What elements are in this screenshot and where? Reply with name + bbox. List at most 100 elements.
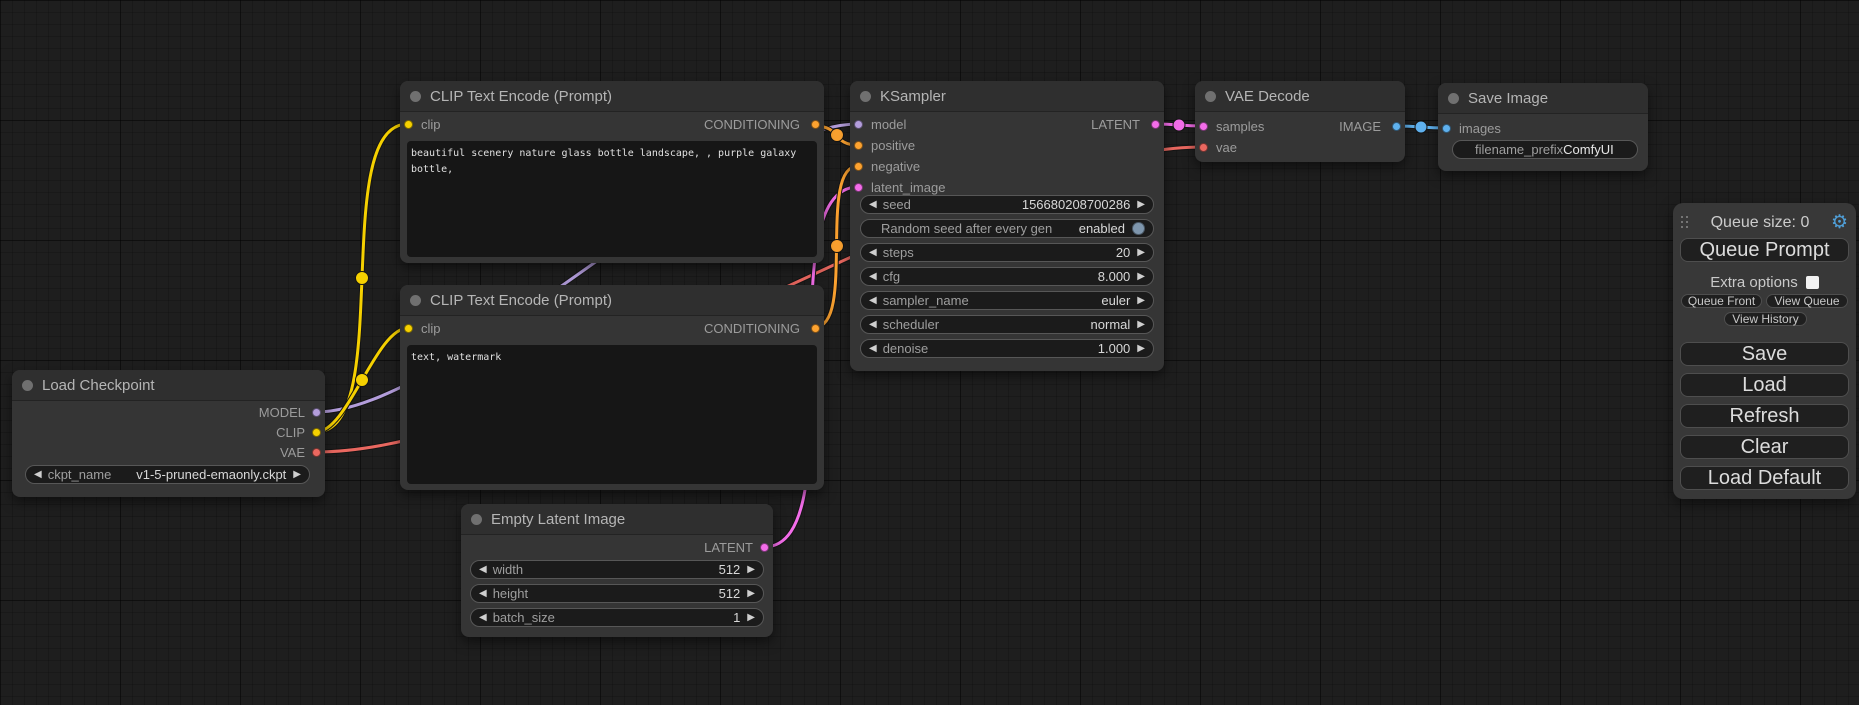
input-label-positive: positive: [871, 138, 915, 153]
widget-random-seed-toggle[interactable]: Random seed after every gen enabled: [860, 219, 1154, 238]
stepper-right-icon[interactable]: ▶: [1137, 200, 1145, 210]
output-slot-vae-dot[interactable]: [312, 448, 321, 457]
node-save-image[interactable]: Save Image images filename_prefix ComfyU…: [1438, 83, 1648, 171]
load-default-button[interactable]: Load Default: [1680, 466, 1849, 490]
node-graph-canvas[interactable]: Load Checkpoint MODEL CLIP VAE ◀ ckpt_na…: [0, 0, 1859, 705]
widget-batch-size[interactable]: ◀ batch_size 1 ▶: [470, 608, 764, 627]
node-title-bar[interactable]: CLIP Text Encode (Prompt): [400, 81, 824, 112]
output-slot-clip-dot[interactable]: [312, 428, 321, 437]
save-button[interactable]: Save: [1680, 342, 1849, 366]
stepper-left-icon[interactable]: ◀: [479, 613, 487, 623]
widget-steps[interactable]: ◀ steps 20 ▶: [860, 243, 1154, 262]
output-label-clip: CLIP: [276, 425, 305, 440]
extra-options-label: Extra options: [1710, 274, 1798, 291]
widget-height[interactable]: ◀ height 512 ▶: [470, 584, 764, 603]
clear-button[interactable]: Clear: [1680, 435, 1849, 459]
view-queue-button[interactable]: View Queue: [1766, 294, 1848, 308]
node-title-bar[interactable]: CLIP Text Encode (Prompt): [400, 285, 824, 316]
output-slot-conditioning-dot[interactable]: [811, 324, 820, 333]
node-vae-decode[interactable]: VAE Decode samples IMAGE vae: [1195, 81, 1405, 162]
queue-prompt-button[interactable]: Queue Prompt: [1680, 238, 1849, 262]
stepper-left-icon[interactable]: ◀: [869, 200, 877, 210]
queue-size-label: Queue size: 0: [1689, 214, 1831, 232]
node-title: KSampler: [880, 88, 946, 105]
node-title-bar[interactable]: Load Checkpoint: [12, 370, 325, 401]
load-button[interactable]: Load: [1680, 373, 1849, 397]
node-title: Save Image: [1468, 90, 1548, 107]
stepper-right-icon[interactable]: ▶: [1137, 296, 1145, 306]
input-slot-latent-image-dot[interactable]: [854, 183, 863, 192]
link-midpoint-dot: [1415, 121, 1427, 133]
stepper-left-icon[interactable]: ◀: [869, 320, 877, 330]
stepper-right-icon[interactable]: ▶: [1137, 248, 1145, 258]
output-slot-image-dot[interactable]: [1392, 122, 1401, 131]
node-clip-text-encode-negative[interactable]: CLIP Text Encode (Prompt) clip CONDITION…: [400, 285, 824, 490]
widget-filename-prefix[interactable]: filename_prefix ComfyUI: [1452, 140, 1638, 159]
stepper-right-icon[interactable]: ▶: [1137, 344, 1145, 354]
input-label-latent-image: latent_image: [871, 180, 945, 195]
stepper-right-icon[interactable]: ▶: [1137, 320, 1145, 330]
stepper-left-icon[interactable]: ◀: [869, 344, 877, 354]
collapse-dot-icon[interactable]: [22, 380, 33, 391]
widget-scheduler[interactable]: ◀ scheduler normal ▶: [860, 315, 1154, 334]
stepper-left-icon[interactable]: ◀: [869, 272, 877, 282]
input-slot-clip-dot[interactable]: [404, 120, 413, 129]
node-title-bar[interactable]: KSampler: [850, 81, 1164, 112]
output-label-model: MODEL: [259, 405, 305, 420]
input-slot-images-dot[interactable]: [1442, 124, 1451, 133]
stepper-right-icon[interactable]: ▶: [747, 613, 755, 623]
prompt-textarea[interactable]: text, watermark: [407, 345, 817, 484]
output-slot-latent-dot[interactable]: [760, 543, 769, 552]
node-load-checkpoint[interactable]: Load Checkpoint MODEL CLIP VAE ◀ ckpt_na…: [12, 370, 325, 497]
node-title-bar[interactable]: Empty Latent Image: [461, 504, 773, 535]
toggle-knob-icon[interactable]: [1132, 222, 1145, 235]
stepper-left-icon[interactable]: ◀: [479, 565, 487, 575]
output-label-conditioning: CONDITIONING: [704, 321, 800, 336]
view-history-button[interactable]: View History: [1724, 312, 1807, 326]
drag-handle-icon[interactable]: [1681, 216, 1689, 229]
collapse-dot-icon[interactable]: [410, 91, 421, 102]
collapse-dot-icon[interactable]: [471, 514, 482, 525]
stepper-right-icon[interactable]: ▶: [747, 589, 755, 599]
widget-sampler-name[interactable]: ◀ sampler_name euler ▶: [860, 291, 1154, 310]
input-slot-model-dot[interactable]: [854, 120, 863, 129]
widget-width[interactable]: ◀ width 512 ▶: [470, 560, 764, 579]
gear-icon[interactable]: ⚙: [1831, 213, 1848, 232]
output-label-image: IMAGE: [1339, 119, 1381, 134]
output-label-vae: VAE: [280, 445, 305, 460]
stepper-left-icon[interactable]: ◀: [34, 470, 42, 480]
input-slot-vae-dot[interactable]: [1199, 143, 1208, 152]
stepper-right-icon[interactable]: ▶: [747, 565, 755, 575]
collapse-dot-icon[interactable]: [410, 295, 421, 306]
node-clip-text-encode-positive[interactable]: CLIP Text Encode (Prompt) clip CONDITION…: [400, 81, 824, 263]
stepper-right-icon[interactable]: ▶: [1137, 272, 1145, 282]
input-slot-samples-dot[interactable]: [1199, 122, 1208, 131]
output-slot-model-dot[interactable]: [312, 408, 321, 417]
input-slot-negative-dot[interactable]: [854, 162, 863, 171]
collapse-dot-icon[interactable]: [860, 91, 871, 102]
collapse-dot-icon[interactable]: [1205, 91, 1216, 102]
output-slot-conditioning-dot[interactable]: [811, 120, 820, 129]
link-midpoint-dot: [356, 272, 369, 285]
prompt-textarea[interactable]: beautiful scenery nature glass bottle la…: [407, 141, 817, 257]
widget-seed[interactable]: ◀ seed 156680208700286 ▶: [860, 195, 1154, 214]
queue-front-button[interactable]: Queue Front: [1681, 294, 1762, 308]
widget-cfg[interactable]: ◀ cfg 8.000 ▶: [860, 267, 1154, 286]
collapse-dot-icon[interactable]: [1448, 93, 1459, 104]
node-title-bar[interactable]: VAE Decode: [1195, 81, 1405, 112]
input-slot-clip-dot[interactable]: [404, 324, 413, 333]
widget-denoise[interactable]: ◀ denoise 1.000 ▶: [860, 339, 1154, 358]
output-slot-latent-dot[interactable]: [1151, 120, 1160, 129]
widget-ckpt-name[interactable]: ◀ ckpt_name v1-5-pruned-emaonly.ckpt ▶: [25, 465, 310, 484]
extra-options-checkbox[interactable]: [1806, 276, 1819, 289]
stepper-left-icon[interactable]: ◀: [869, 296, 877, 306]
node-empty-latent-image[interactable]: Empty Latent Image LATENT ◀ width 512 ▶ …: [461, 504, 773, 637]
node-ksampler[interactable]: KSampler model LATENT positive negative …: [850, 81, 1164, 371]
stepper-left-icon[interactable]: ◀: [479, 589, 487, 599]
node-title-bar[interactable]: Save Image: [1438, 83, 1648, 114]
input-slot-positive-dot[interactable]: [854, 141, 863, 150]
input-label-clip: clip: [421, 321, 441, 336]
stepper-right-icon[interactable]: ▶: [293, 470, 301, 480]
stepper-left-icon[interactable]: ◀: [869, 248, 877, 258]
refresh-button[interactable]: Refresh: [1680, 404, 1849, 428]
